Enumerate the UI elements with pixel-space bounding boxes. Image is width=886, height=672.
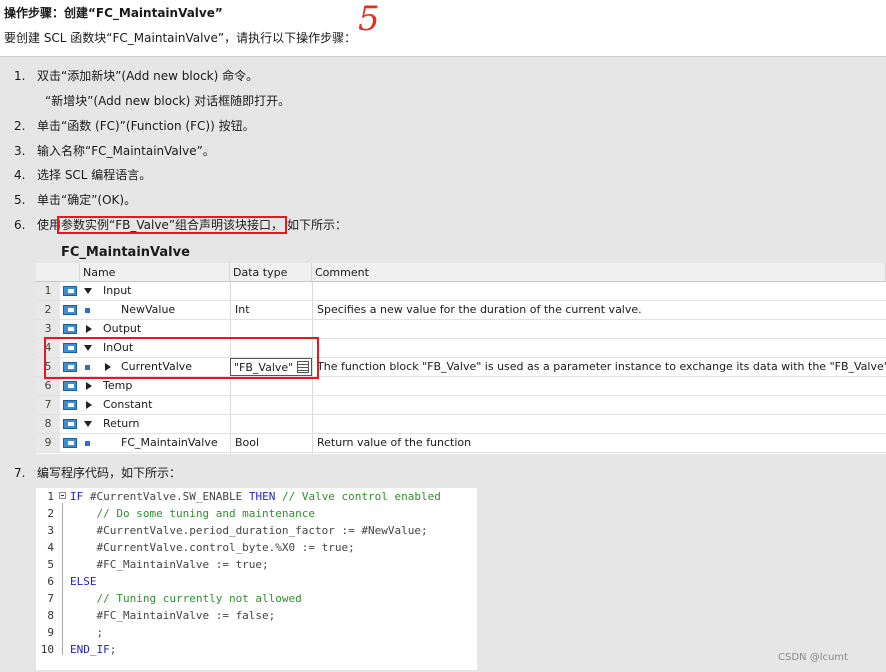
code-line[interactable]: 3 #CurrentValve.period_duration_factor :… (36, 522, 477, 539)
row-name: Return (103, 417, 140, 430)
header-cell-blank (36, 263, 80, 282)
code-token: // Tuning currently not allowed (70, 592, 302, 605)
code-editor[interactable]: 1 IF #CurrentValve.SW_ENABLE THEN // Valv… (36, 488, 477, 670)
table-row[interactable]: 6 Temp (36, 377, 886, 396)
line-number: 5 (47, 558, 54, 571)
highlight-box: 参数实例“FB_Valve”组合声明该块接口， (57, 216, 288, 234)
table-row[interactable]: 2 NewValue Int Specifies a new value for… (36, 301, 886, 320)
column-header-name[interactable]: Name (80, 263, 230, 282)
parameter-icon (85, 441, 90, 446)
row-comment: Return value of the function (317, 436, 472, 449)
row-comment: The function block "FB_Valve" is used as… (317, 360, 886, 373)
code-line[interactable]: 1 IF #CurrentValve.SW_ENABLE THEN // Valv… (36, 488, 477, 505)
code-token: ; (70, 626, 104, 639)
row-name: FC_MaintainValve (121, 436, 218, 449)
row-comment: Specifies a new value for the duration o… (317, 303, 642, 316)
block-icon (63, 438, 77, 448)
table-row[interactable]: 9 FC_MaintainValve Bool Return value of … (36, 434, 886, 453)
code-token: #CurrentValve.SW_ENABLE (89, 490, 249, 503)
code-line[interactable]: 10 END_IF; (36, 641, 477, 658)
page-header: 操作步骤：创建“FC_MaintainValve” 要创建 SCL 函数块“FC… (0, 0, 886, 56)
step-1-note: “新增块”(Add new block) 对话框随即打开。 (45, 94, 291, 108)
step-3: 3. 输入名称“FC_MaintainValve”。 (14, 144, 215, 158)
highlight-box (44, 337, 319, 379)
block-icon (63, 305, 77, 315)
code-token: #FC_MaintainValve := false; (70, 609, 276, 622)
code-token: #CurrentValve.period_duration_factor := … (70, 524, 428, 537)
block-icon (63, 324, 77, 334)
line-number: 7 (47, 592, 54, 605)
watermark: CSDN @lcumt (778, 652, 848, 663)
row-name: NewValue (121, 303, 176, 316)
code-text: // Tuning currently not allowed (70, 590, 302, 607)
table-row[interactable]: 7 Constant (36, 396, 886, 415)
row-name: Input (103, 284, 132, 297)
code-line[interactable]: 8 #FC_MaintainValve := false; (36, 607, 477, 624)
block-icon (63, 286, 77, 296)
code-text: ELSE (70, 573, 97, 590)
block-icon (63, 400, 77, 410)
code-token: THEN (248, 490, 282, 503)
handwritten-annotation: 5 (358, 0, 380, 39)
line-number: 10 (40, 643, 54, 656)
step-5: 5. 单击“确定”(OK)。 (14, 193, 137, 207)
row-name: Temp (103, 379, 133, 392)
instructions-panel: 1. 双击“添加新块”(Add new block) 命令。 “新增块”(Add … (0, 56, 886, 672)
row-datatype: Int (235, 303, 250, 316)
page-subtitle: 要创建 SCL 函数块“FC_MaintainValve”，请执行以下操作步骤： (4, 31, 357, 45)
code-token: ELSE (70, 575, 97, 588)
block-icon (63, 419, 77, 429)
row-datatype: Bool (235, 436, 260, 449)
code-token: IF (70, 490, 90, 503)
code-text: ; (70, 624, 103, 641)
code-line[interactable]: 7 // Tuning currently not allowed (36, 590, 477, 607)
code-text: #CurrentValve.control_byte.%X0 := true; (70, 539, 355, 556)
line-number: 3 (47, 524, 54, 537)
line-number: 6 (47, 575, 54, 588)
step-1: 1. 双击“添加新块”(Add new block) 命令。 (14, 69, 259, 83)
step-7: 7. 编写程序代码，如下所示： (14, 466, 182, 480)
step-2: 2. 单击“函数 (FC)”(Function (FC)) 按钮。 (14, 119, 255, 133)
code-line[interactable]: 2 // Do some tuning and maintenance (36, 505, 477, 522)
code-line[interactable]: 4 #CurrentValve.control_byte.%X0 := true… (36, 539, 477, 556)
code-line[interactable]: 5 #FC_MaintainValve := true; (36, 556, 477, 573)
table-row[interactable]: 8 Return (36, 415, 886, 434)
code-token: // Do some tuning and maintenance (70, 507, 316, 520)
interface-table: FC_MaintainValve Name Data type Comment … (36, 243, 886, 454)
column-header-datatype[interactable]: Data type (230, 263, 312, 282)
line-number: 4 (47, 541, 54, 554)
expand-down-icon[interactable] (84, 421, 92, 427)
line-number: 1 (47, 490, 54, 503)
line-number: 9 (47, 626, 54, 639)
expand-right-icon[interactable] (86, 382, 92, 390)
code-text: END_IF; (70, 641, 116, 658)
column-header-comment[interactable]: Comment (312, 263, 886, 282)
code-token: // Valve control enabled (281, 490, 441, 503)
code-token: #FC_MaintainValve := true; (70, 558, 269, 571)
row-name: Output (103, 322, 142, 335)
expand-right-icon[interactable] (86, 401, 92, 409)
line-number: 8 (47, 609, 54, 622)
code-text: IF #CurrentValve.SW_ENABLE THEN // Valve… (70, 488, 441, 505)
code-text: #CurrentValve.period_duration_factor := … (70, 522, 428, 539)
code-text: #FC_MaintainValve := true; (70, 556, 269, 573)
expand-right-icon[interactable] (86, 325, 92, 333)
row-name: Constant (103, 398, 153, 411)
expand-down-icon[interactable] (84, 288, 92, 294)
table-row[interactable]: 1 Input (36, 282, 886, 301)
step-4: 4. 选择 SCL 编程语言。 (14, 168, 152, 182)
code-token: #CurrentValve.control_byte.%X0 := true; (70, 541, 355, 554)
code-token: ; (109, 643, 117, 656)
code-text: // Do some tuning and maintenance (70, 505, 315, 522)
parameter-icon (85, 308, 90, 313)
line-number: 2 (47, 507, 54, 520)
code-line[interactable]: 6 ELSE (36, 573, 477, 590)
table-title: FC_MaintainValve (36, 243, 886, 263)
code-token: END_IF (70, 643, 110, 656)
step-6: 6. 使用参数实例“FB_Valve”组合声明该块接口， 如下所示： (14, 216, 348, 234)
code-line[interactable]: 9 ; (36, 624, 477, 641)
page-title: 操作步骤：创建“FC_MaintainValve” (4, 6, 223, 20)
block-icon (63, 381, 77, 391)
code-text: #FC_MaintainValve := false; (70, 607, 275, 624)
